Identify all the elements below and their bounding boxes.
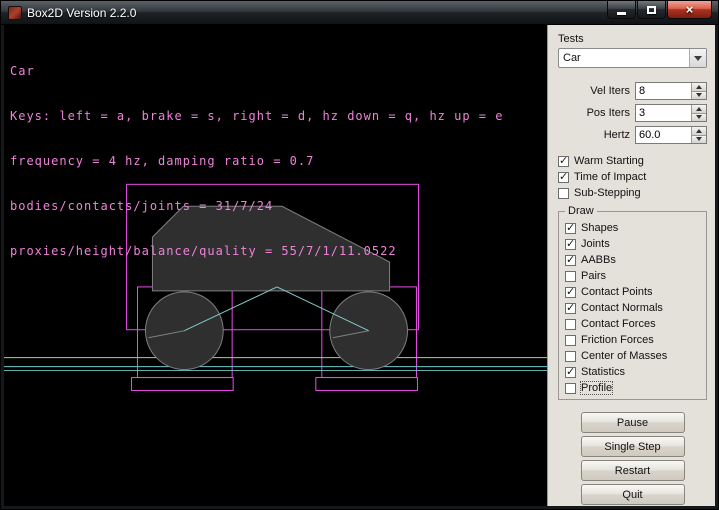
- vel-iters-label: Vel Iters: [590, 85, 630, 97]
- hertz-up-button[interactable]: [692, 127, 706, 136]
- checkbox-box[interactable]: [558, 172, 569, 183]
- vel-iters-up-button[interactable]: [692, 83, 706, 92]
- checkbox-contact-normals[interactable]: Contact Normals: [565, 300, 702, 316]
- checkbox-box[interactable]: [565, 367, 576, 378]
- test-select-value: Car: [559, 49, 689, 67]
- hertz-row: Hertz: [558, 126, 707, 144]
- arrow-up-icon: [696, 129, 702, 133]
- minimize-button[interactable]: [607, 1, 636, 19]
- stats-line: frequency = 4 hz, damping ratio = 0.7: [10, 154, 503, 169]
- pos-iters-up-button[interactable]: [692, 105, 706, 114]
- checkbox-warm-starting[interactable]: Warm Starting: [558, 153, 707, 169]
- pos-iters-input[interactable]: [636, 105, 691, 121]
- pause-button[interactable]: Pause: [581, 412, 685, 433]
- draw-group-title: Draw: [565, 205, 597, 217]
- restart-button[interactable]: Restart: [581, 460, 685, 481]
- checkbox-friction-forces[interactable]: Friction Forces: [565, 332, 702, 348]
- close-button[interactable]: ×: [667, 1, 712, 19]
- stats-line: proxies/height/balance/quality = 55/7/1/…: [10, 244, 503, 259]
- checkbox-label: Warm Starting: [574, 155, 644, 167]
- checkbox-box[interactable]: [565, 255, 576, 266]
- hertz-down-button[interactable]: [692, 136, 706, 144]
- stats-line: Keys: left = a, brake = s, right = d, hz…: [10, 109, 503, 124]
- checkbox-shapes[interactable]: Shapes: [565, 220, 702, 236]
- checkbox-label: Contact Forces: [581, 318, 656, 330]
- checkbox-label: Contact Normals: [581, 302, 663, 314]
- maximize-button[interactable]: [637, 1, 666, 19]
- pos-iters-row: Pos Iters: [558, 104, 707, 122]
- debug-stats-text: Car Keys: left = a, brake = s, right = d…: [10, 34, 503, 289]
- checkbox-box[interactable]: [565, 335, 576, 346]
- app-window: Box2D Version 2.2.0 ×: [0, 0, 719, 510]
- hertz-label: Hertz: [604, 129, 630, 141]
- checkbox-sub-stepping[interactable]: Sub-Stepping: [558, 185, 707, 201]
- checkbox-box[interactable]: [565, 239, 576, 250]
- pos-iters-down-button[interactable]: [692, 114, 706, 122]
- vel-iters-row: Vel Iters: [558, 82, 707, 100]
- checkbox-contact-points[interactable]: Contact Points: [565, 284, 702, 300]
- checkbox-label: AABBs: [581, 254, 616, 266]
- checkbox-pairs[interactable]: Pairs: [565, 268, 702, 284]
- checkbox-box[interactable]: [565, 223, 576, 234]
- maximize-icon: [647, 6, 656, 14]
- control-sidebar: Tests Car Vel Iters Pos Iters: [547, 25, 715, 506]
- checkbox-box[interactable]: [565, 271, 576, 282]
- checkbox-center-of-masses[interactable]: Center of Masses: [565, 348, 702, 364]
- arrow-up-icon: [696, 85, 702, 89]
- checkbox-box[interactable]: [558, 156, 569, 167]
- aabb-left-wheel-ext: [132, 378, 234, 391]
- checkbox-box[interactable]: [558, 188, 569, 199]
- checkbox-label: Profile: [581, 382, 612, 394]
- app-icon: [8, 6, 22, 20]
- arrow-down-icon: [696, 115, 702, 119]
- vel-iters-input[interactable]: [636, 83, 691, 99]
- checkbox-label: Time of Impact: [574, 171, 646, 183]
- checkbox-label: Center of Masses: [581, 350, 667, 362]
- checkbox-box[interactable]: [565, 383, 576, 394]
- window-title: Box2D Version 2.2.0: [27, 6, 136, 20]
- checkbox-label: Pairs: [581, 270, 606, 282]
- checkbox-joints[interactable]: Joints: [565, 236, 702, 252]
- checkbox-label: Statistics: [581, 366, 625, 378]
- stats-line: Car: [10, 64, 503, 79]
- checkbox-aabbs[interactable]: AABBs: [565, 252, 702, 268]
- physics-canvas[interactable]: Car Keys: left = a, brake = s, right = d…: [4, 25, 547, 506]
- checkbox-label: Friction Forces: [581, 334, 654, 346]
- checkbox-label: Shapes: [581, 222, 618, 234]
- checkbox-box[interactable]: [565, 351, 576, 362]
- close-icon: ×: [686, 3, 694, 16]
- checkbox-box[interactable]: [565, 319, 576, 330]
- checkbox-box[interactable]: [565, 287, 576, 298]
- aabb-right-wheel-ext: [316, 378, 418, 391]
- stats-line: bodies/contacts/joints = 31/7/24: [10, 199, 503, 214]
- checkbox-statistics[interactable]: Statistics: [565, 364, 702, 380]
- pos-iters-label: Pos Iters: [587, 107, 630, 119]
- checkbox-label: Contact Points: [581, 286, 653, 298]
- single-step-button[interactable]: Single Step: [581, 436, 685, 457]
- quit-button[interactable]: Quit: [581, 484, 685, 505]
- chevron-down-icon: [694, 56, 702, 61]
- arrow-down-icon: [696, 93, 702, 97]
- title-bar[interactable]: Box2D Version 2.2.0 ×: [1, 1, 718, 25]
- dropdown-button[interactable]: [689, 49, 706, 67]
- vel-iters-down-button[interactable]: [692, 92, 706, 100]
- test-select-dropdown[interactable]: Car: [558, 48, 707, 68]
- checkbox-time-of-impact[interactable]: Time of Impact: [558, 169, 707, 185]
- tests-label: Tests: [558, 33, 707, 45]
- hertz-input[interactable]: [636, 127, 691, 143]
- checkbox-label: Joints: [581, 238, 610, 250]
- checkbox-label: Sub-Stepping: [574, 187, 641, 199]
- minimize-icon: [617, 12, 626, 15]
- checkbox-contact-forces[interactable]: Contact Forces: [565, 316, 702, 332]
- arrow-up-icon: [696, 107, 702, 111]
- draw-groupbox: Draw Shapes Joints AABBs Pairs: [558, 211, 707, 400]
- checkbox-profile[interactable]: Profile: [565, 380, 702, 396]
- checkbox-box[interactable]: [565, 303, 576, 314]
- arrow-down-icon: [696, 137, 702, 141]
